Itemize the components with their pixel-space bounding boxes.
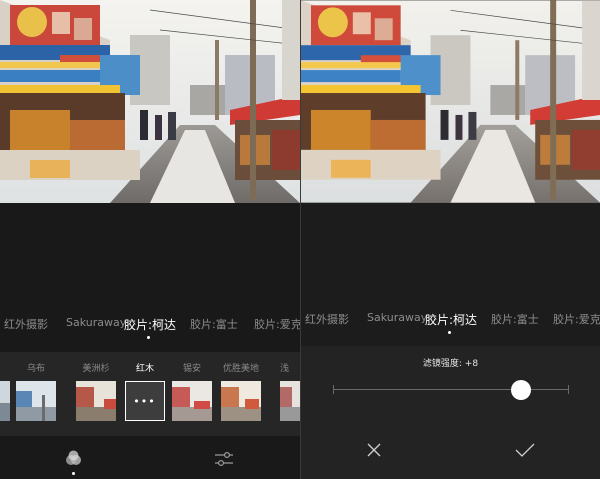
filter-label-shallow: 浅 [280, 364, 290, 374]
tab-film-kodak[interactable]: 胶片:柯达 [124, 316, 176, 333]
filter-label-redwood: 红木 [135, 364, 154, 374]
tab-sakuraway[interactable]: Sakuraway [367, 311, 427, 324]
filter-thumb-yosemite[interactable] [221, 381, 261, 421]
strength-slider-handle[interactable] [511, 380, 531, 400]
filter-thumb-redwood[interactable]: ••• [125, 381, 165, 421]
tab-sakuraway[interactable]: Sakuraway [66, 316, 126, 329]
tab-film-agfa[interactable]: 胶片:爱克 [553, 311, 600, 327]
filter-label-zion: 锡安 [182, 364, 201, 374]
filter-thumb-ubud[interactable] [16, 381, 56, 421]
tab-infrared[interactable]: 红外摄影 [4, 316, 48, 332]
filters-tab-icon[interactable] [64, 450, 84, 474]
close-icon[interactable] [367, 442, 381, 461]
tab-film-agfa[interactable]: 胶片:爱克 [254, 316, 300, 332]
app-root: 红外摄影 Sakuraway 胶片:柯达 胶片:富士 胶片:爱克 乌布 美洲杉 … [0, 0, 600, 479]
filter-thumb-zion[interactable] [172, 381, 212, 421]
strength-controls: 滤镜强度: +8 [301, 346, 600, 479]
active-tab-indicator [147, 336, 150, 339]
tab-film-fuji[interactable]: 胶片:富士 [491, 311, 539, 327]
adjust-sliders-icon[interactable] [214, 450, 234, 472]
strength-slider-track[interactable] [333, 389, 569, 390]
tab-film-fuji[interactable]: 胶片:富士 [190, 316, 238, 332]
photo-preview-adjusted [301, 0, 600, 203]
filter-label-ubud: 乌布 [26, 364, 45, 374]
active-tab-indicator [448, 331, 451, 334]
filter-category-tabs-right: 红外摄影 Sakuraway 胶片:柯达 胶片:富士 胶片:爱克 [301, 311, 600, 335]
filter-thumb-previous[interactable] [0, 381, 10, 421]
tab-film-kodak[interactable]: 胶片:柯达 [425, 311, 477, 328]
active-tool-indicator [72, 472, 75, 475]
filter-category-tabs: 红外摄影 Sakuraway 胶片:柯达 胶片:富士 胶片:爱克 [0, 316, 300, 340]
filter-strength-panel: 红外摄影 Sakuraway 胶片:柯达 胶片:富士 胶片:爱克 滤镜强度: +… [301, 0, 600, 479]
more-options-icon[interactable]: ••• [126, 395, 163, 408]
filter-thumb-sequoia[interactable] [76, 381, 116, 421]
slider-max-tick [568, 385, 569, 394]
filter-browser-panel: 红外摄影 Sakuraway 胶片:柯达 胶片:富士 胶片:爱克 乌布 美洲杉 … [0, 0, 300, 479]
filter-label-yosemite: 优胜美地 [222, 364, 259, 374]
check-icon[interactable] [515, 442, 535, 461]
slider-min-tick [333, 385, 334, 394]
filter-strip: 乌布 美洲杉 红木 锡安 优胜美地 浅 ••• [0, 352, 300, 436]
filter-label-sequoia: 美洲杉 [82, 364, 110, 374]
bottom-toolbar [0, 436, 300, 479]
tab-infrared[interactable]: 红外摄影 [305, 311, 349, 327]
photo-preview [0, 0, 300, 203]
filter-strength-label: 滤镜强度: +8 [422, 359, 479, 369]
filter-thumb-shallow[interactable] [280, 381, 300, 421]
